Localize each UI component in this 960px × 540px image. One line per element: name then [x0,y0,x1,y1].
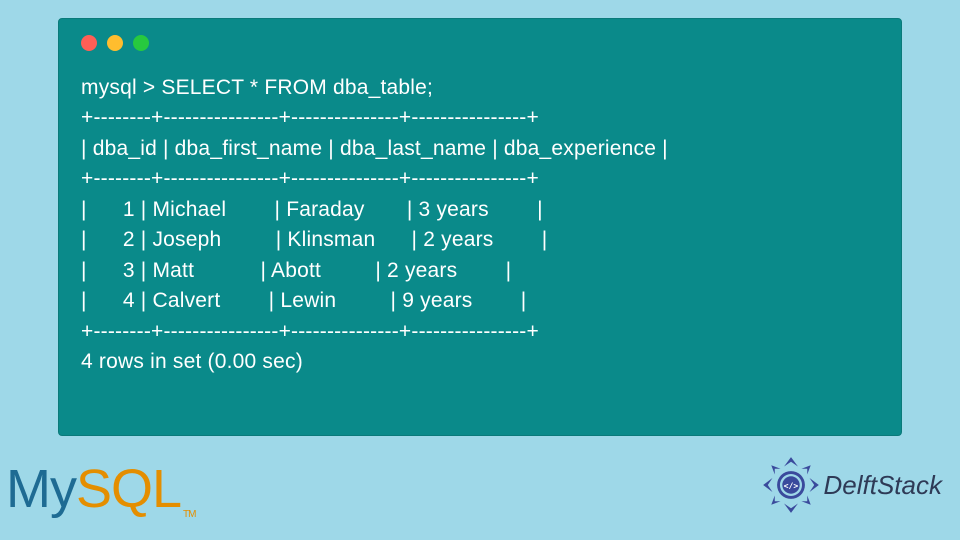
svg-text:</>: </> [783,480,798,490]
mysql-logo-sql: SQL [76,459,181,519]
trademark-label: TM [183,509,195,520]
result-footer: 4 rows in set (0.00 sec) [81,350,303,373]
window-controls [81,35,881,51]
table-divider: +--------+----------------+-------------… [81,167,539,190]
table-divider: +--------+----------------+-------------… [81,320,539,343]
table-header: | dba_id | dba_first_name | dba_last_nam… [81,137,668,160]
delftstack-logo: </> DelftStack [762,456,943,514]
sql-command: mysql > SELECT * FROM dba_table; [81,76,433,99]
terminal-window: mysql > SELECT * FROM dba_table; +------… [58,18,902,436]
close-icon[interactable] [81,35,97,51]
delftstack-label: DelftStack [824,470,943,501]
mysql-logo: MySQLTM [6,458,196,520]
table-row: | 3 | Matt | Abott | 2 years | [81,259,511,282]
table-row: | 2 | Joseph | Klinsman | 2 years | [81,228,547,251]
mysql-logo-my: My [6,459,76,519]
minimize-icon[interactable] [107,35,123,51]
zoom-icon[interactable] [133,35,149,51]
table-divider: +--------+----------------+-------------… [81,106,539,129]
delftstack-icon: </> [762,456,820,514]
terminal-output: mysql > SELECT * FROM dba_table; +------… [81,73,881,377]
table-row: | 1 | Michael | Faraday | 3 years | [81,198,543,221]
table-row: | 4 | Calvert | Lewin | 9 years | [81,289,526,312]
